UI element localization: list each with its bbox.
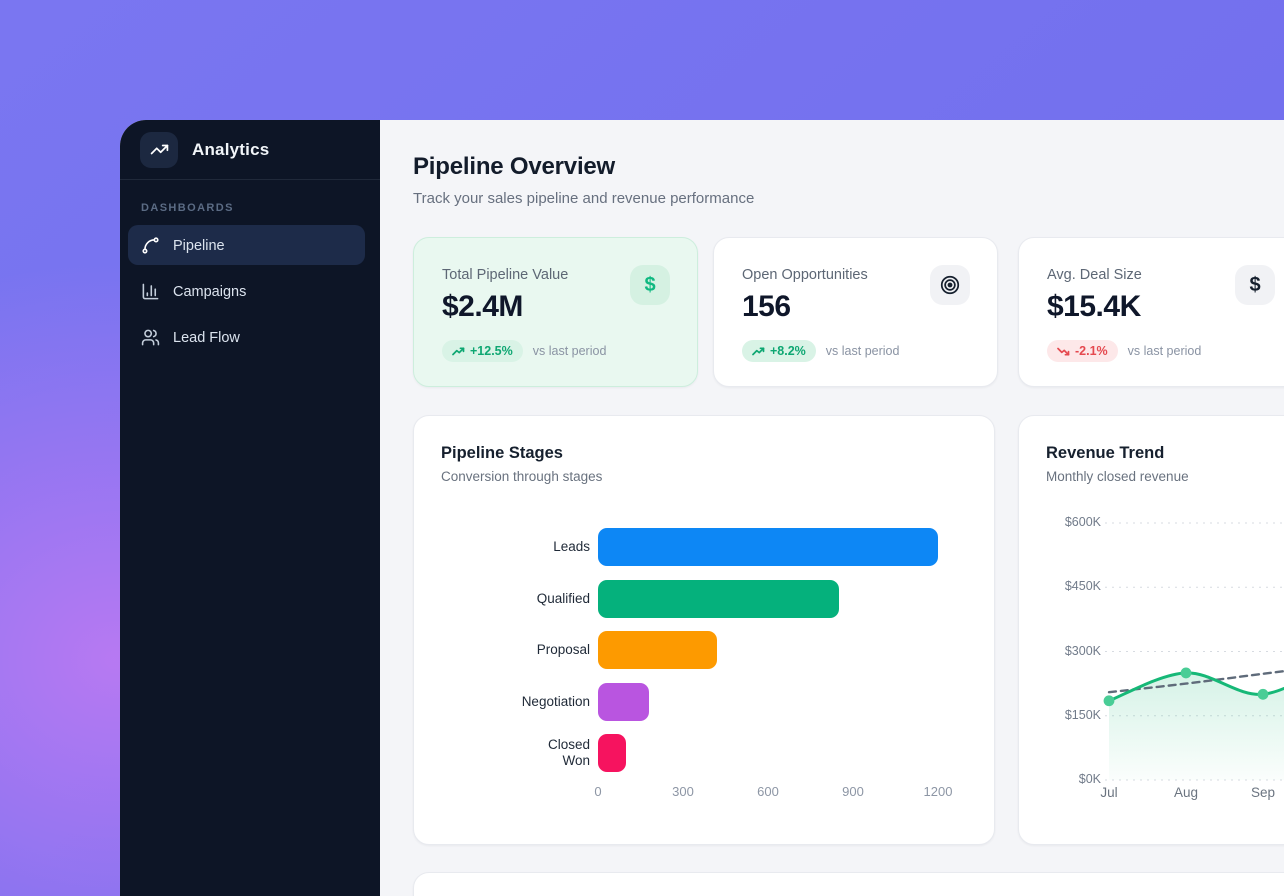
kpi-card-avg-deal-size[interactable]: Avg. Deal Size $15.4K -2.1% vs last peri… <box>1018 237 1284 387</box>
delta-badge: +12.5% <box>442 340 523 362</box>
kpi-card-open-opportunities[interactable]: Open Opportunities 156 +8.2% vs last per… <box>713 237 998 387</box>
bar-category-label: Leads <box>414 528 590 566</box>
delta-value: -2.1% <box>1075 344 1108 358</box>
pipeline-icon <box>141 236 160 255</box>
trending-up-icon <box>752 346 765 357</box>
kpi-footer: -2.1% vs last period <box>1047 340 1284 362</box>
revenue-area-fill <box>1109 658 1284 780</box>
trending-down-icon <box>1057 346 1070 357</box>
sidebar-section-label: DASHBOARDS <box>141 202 380 214</box>
app-window: Analytics DASHBOARDS Pipeline Campaigns <box>120 120 1284 896</box>
target-icon <box>930 265 970 305</box>
revenue-trend-line-chart[interactable]: $0K$150K$300K$450K$600KJulAugSep <box>1019 416 1284 844</box>
app-logo-row: Analytics <box>120 120 380 180</box>
bar-qualified[interactable] <box>598 580 839 618</box>
data-point-dot[interactable] <box>1104 695 1115 706</box>
sidebar-item-lead-flow[interactable]: Lead Flow <box>128 317 365 357</box>
users-icon <box>141 328 160 347</box>
data-point-dot[interactable] <box>1181 668 1192 679</box>
compare-label: vs last period <box>1128 344 1202 358</box>
pipeline-stages-card: Pipeline Stages Conversion through stage… <box>413 415 995 845</box>
kpi-footer: +12.5% vs last period <box>442 340 697 362</box>
x-axis-tick: 300 <box>672 784 694 799</box>
bar-proposal[interactable] <box>598 631 717 669</box>
dollar-icon: $ <box>1235 265 1275 305</box>
kpi-footer: +8.2% vs last period <box>742 340 997 362</box>
x-axis-tick: 900 <box>842 784 864 799</box>
page-subtitle: Track your sales pipeline and revenue pe… <box>413 190 754 207</box>
main-content: Pipeline Overview Track your sales pipel… <box>380 120 1284 896</box>
dollar-icon: $ <box>630 265 670 305</box>
delta-badge: -2.1% <box>1047 340 1118 362</box>
desktop-background: Analytics DASHBOARDS Pipeline Campaigns <box>0 0 1284 896</box>
revenue-trend-card: Revenue Trend Monthly closed revenue $0K… <box>1018 415 1284 845</box>
sidebar-item-label: Pipeline <box>173 238 225 254</box>
delta-value: +12.5% <box>470 344 513 358</box>
sidebar-item-campaigns[interactable]: Campaigns <box>128 271 365 311</box>
trending-up-icon <box>150 140 169 159</box>
sidebar-item-label: Lead Flow <box>173 330 240 346</box>
chart-column-icon <box>141 282 160 301</box>
pipeline-stages-bar-chart[interactable]: Leads Qualified Proposal Negotiation Closed … <box>414 416 994 844</box>
sidebar-item-label: Campaigns <box>173 284 246 300</box>
data-point-dot[interactable] <box>1258 689 1269 700</box>
delta-badge: +8.2% <box>742 340 816 362</box>
bar-category-label: Closed Won <box>414 734 590 772</box>
bar-category-label: Qualified <box>414 580 590 618</box>
bar-leads[interactable] <box>598 528 938 566</box>
sidebar-nav: Pipeline Campaigns Lead Flow <box>120 225 380 357</box>
compare-label: vs last period <box>533 344 607 358</box>
x-axis-tick: 1200 <box>924 784 953 799</box>
sidebar-item-pipeline[interactable]: Pipeline <box>128 225 365 265</box>
page-title: Pipeline Overview <box>413 153 615 181</box>
bottom-card-partial <box>413 872 1284 896</box>
delta-value: +8.2% <box>770 344 806 358</box>
x-axis-tick: 0 <box>594 784 601 799</box>
bar-category-label: Negotiation <box>414 683 590 721</box>
charts-row: Pipeline Stages Conversion through stage… <box>413 415 1284 845</box>
kpi-card-total-pipeline-value[interactable]: Total Pipeline Value $2.4M +12.5% vs las… <box>413 237 698 387</box>
bar-negotiation[interactable] <box>598 683 649 721</box>
sidebar: Analytics DASHBOARDS Pipeline Campaigns <box>120 120 380 896</box>
bar-closed-won[interactable] <box>598 734 626 772</box>
app-name: Analytics <box>192 140 269 160</box>
revenue-trend-svg <box>1019 416 1284 845</box>
compare-label: vs last period <box>826 344 900 358</box>
trending-up-icon <box>452 346 465 357</box>
app-logo <box>140 132 178 168</box>
x-axis-tick: 600 <box>757 784 779 799</box>
bar-category-label: Proposal <box>414 631 590 669</box>
kpi-row: Total Pipeline Value $2.4M +12.5% vs las… <box>413 237 1284 387</box>
